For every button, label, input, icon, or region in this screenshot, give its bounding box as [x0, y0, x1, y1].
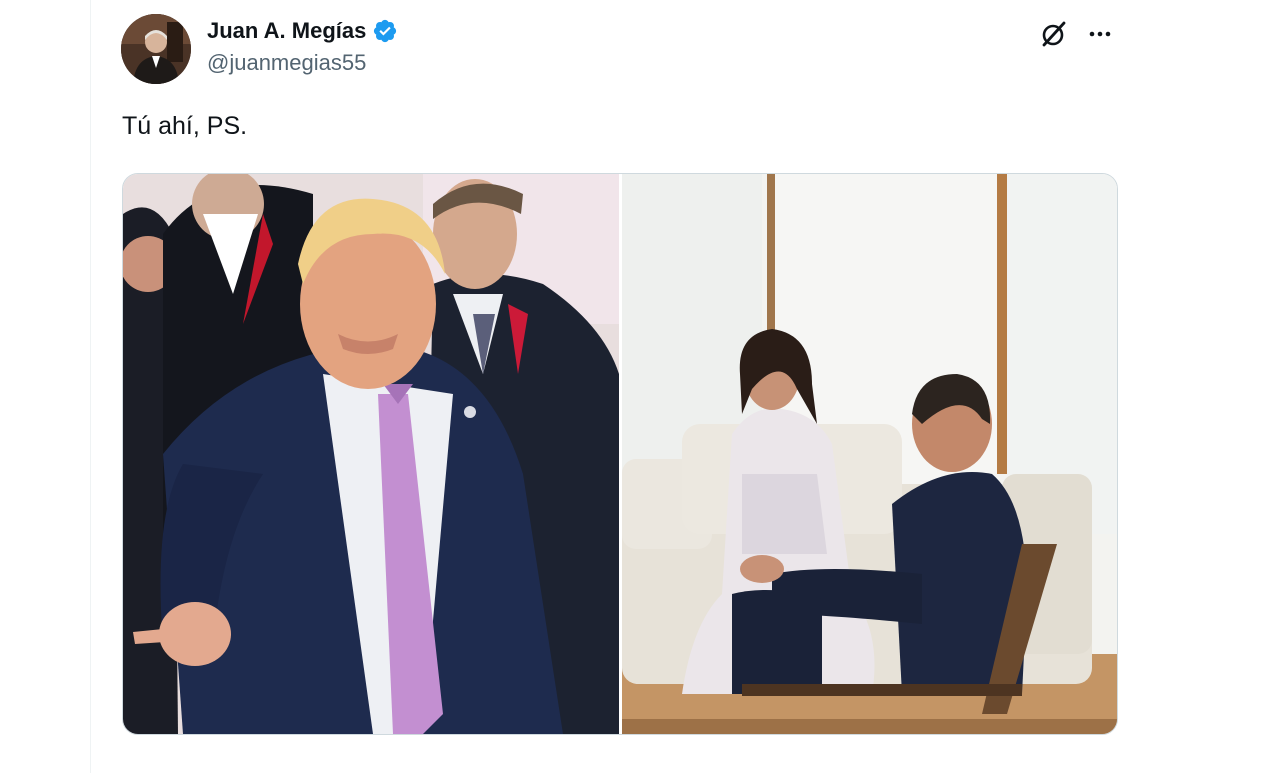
author-display-name[interactable]: Juan A. Megías — [207, 18, 366, 44]
column-divider — [90, 0, 91, 773]
photo-man-pointing — [123, 174, 619, 734]
media-grid — [122, 173, 1118, 735]
author-name-row: Juan A. Megías — [207, 16, 398, 46]
author-handle[interactable]: @juanmegias55 — [207, 50, 398, 76]
avatar-image — [121, 14, 191, 84]
tweet-text: Tú ahí, PS. — [122, 112, 248, 140]
tweet-view: Juan A. Megías @juanmegias55 Tú ahí, PS. — [0, 0, 1280, 773]
grok-button[interactable] — [1038, 18, 1070, 50]
verified-badge-icon[interactable] — [372, 18, 398, 44]
author-avatar[interactable] — [121, 14, 191, 84]
media-photo-2[interactable] — [622, 174, 1117, 734]
photo-couple-seated-conversation — [622, 174, 1117, 734]
grok-icon — [1042, 21, 1066, 47]
media-photo-1[interactable] — [123, 174, 619, 734]
more-options-button[interactable] — [1084, 18, 1116, 50]
more-horizontal-icon — [1089, 31, 1111, 37]
author-info: Juan A. Megías @juanmegias55 — [207, 16, 398, 76]
